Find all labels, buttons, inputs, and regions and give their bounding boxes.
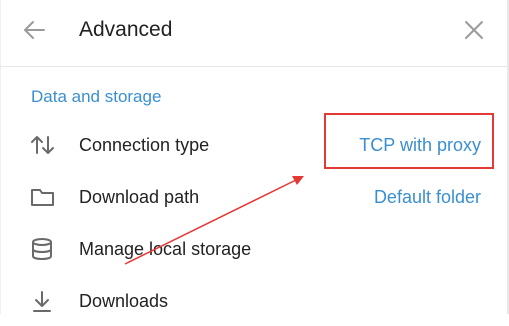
row-label: Downloads: [79, 291, 169, 311]
arrow-left-icon: [24, 21, 45, 39]
row-label: Manage local storage: [79, 239, 252, 259]
row-label: Connection type: [79, 135, 210, 155]
row-label: Download path: [79, 187, 200, 207]
annotation-highlight-box: [324, 113, 494, 169]
close-button[interactable]: [460, 16, 488, 44]
page-title: Advanced: [79, 18, 173, 41]
row-downloads[interactable]: Downloads: [0, 276, 507, 326]
back-button[interactable]: [20, 15, 50, 45]
database-icon: [30, 237, 56, 261]
row-manage-local-storage[interactable]: Manage local storage: [0, 224, 507, 274]
download-icon: [30, 289, 56, 313]
download-path-value[interactable]: Default folder: [374, 185, 481, 209]
header: Advanced: [0, 0, 507, 66]
close-icon: [465, 21, 483, 39]
row-download-path[interactable]: Download path Default folder: [0, 172, 507, 222]
folder-icon: [30, 185, 56, 209]
header-divider: [0, 66, 507, 67]
up-down-arrows-icon: [30, 133, 56, 157]
section-title-data-storage: Data and storage: [31, 87, 162, 106]
